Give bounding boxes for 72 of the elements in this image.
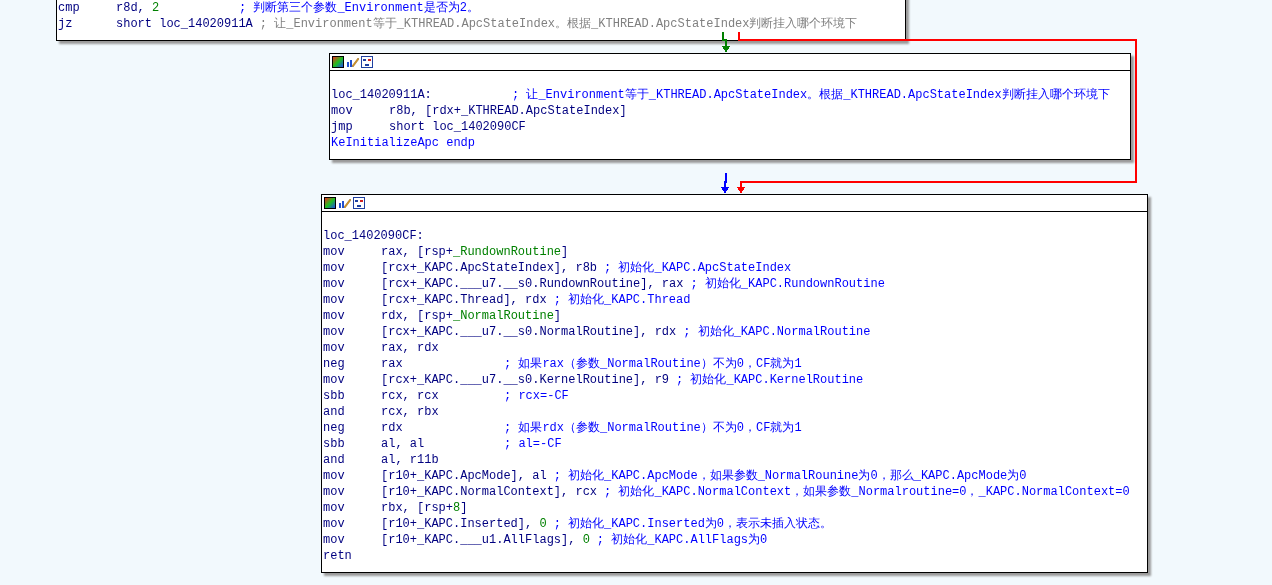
instruction-mnemonic: and — [323, 404, 346, 420]
instruction-mnemonic: mov — [323, 340, 346, 356]
graph-window-icon[interactable] — [361, 56, 373, 68]
color-grid-icon[interactable] — [332, 56, 344, 68]
instruction-operand: r8d, 2 — [116, 0, 161, 16]
pencil-chart-icon[interactable] — [338, 197, 351, 209]
instruction-mnemonic: retn — [323, 548, 353, 564]
instruction-operand: [r10+_KAPC.NormalContext], rcx — [381, 484, 598, 500]
instruction-operand: [rcx+_KAPC.___u7.__s0.RundownRoutine], rax — [381, 276, 684, 292]
instruction-mnemonic: mov — [323, 468, 346, 484]
code-comment: ; 让_Environment等于_KTHREAD.ApcStateIndex。根据_KTHREAD.ApcStateIndex判断挂入哪个环境下 — [512, 87, 1110, 103]
instruction-mnemonic: neg — [323, 356, 346, 372]
code-label: loc_14020911A: — [331, 87, 433, 103]
graph-window-icon[interactable] — [353, 197, 365, 209]
instruction-mnemonic: sbb — [323, 388, 346, 404]
instruction-operand: [rcx+_KAPC.___u7.__s0.NormalRoutine], rdx — [381, 324, 677, 340]
instruction-operand: [rcx+_KAPC.Thread], rdx — [381, 292, 547, 308]
instruction-operand: rax, rdx — [381, 340, 439, 356]
code-comment: ; 初始化_KAPC.NormalContext，如果参数_Normalroutine=0，_KAPC.NormalContext=0 — [604, 484, 1130, 500]
instruction-operand: [r10+_KAPC.___u1.AllFlags], 0 — [381, 532, 590, 548]
code-comment: ; 如果rdx（参数_NormalRoutine）不为0，CF就为1 — [504, 420, 802, 436]
code-comment: ; 让_Environment等于_KTHREAD.ApcStateIndex。根据_KTHREAD.ApcStateIndex判断挂入哪个环境下 — [259, 16, 858, 32]
code-label: loc_1402090CF: — [323, 228, 424, 244]
code-comment: ; 初始化_KAPC.NormalRoutine — [683, 324, 871, 340]
instruction-mnemonic: mov — [323, 308, 346, 324]
code-comment: ; 初始化_KAPC.ApcMode，如果参数_NormalRounine为0，那么_KAPC.ApcMode为0 — [553, 468, 1027, 484]
instruction-operand: [rcx+_KAPC.ApcStateIndex], r8b — [381, 260, 598, 276]
instruction-operand: rax, [rsp+_RundownRoutine] — [381, 244, 569, 260]
instruction-mnemonic: mov — [323, 260, 346, 276]
instruction-mnemonic: sbb — [323, 436, 346, 452]
instruction-mnemonic: mov — [323, 372, 346, 388]
instruction-mnemonic: mov — [323, 532, 346, 548]
instruction-operand: rbx, [rsp+8] — [381, 500, 468, 516]
code-comment: ; 初始化_KAPC.ApcStateIndex — [604, 260, 792, 276]
instruction-operand: rdx — [381, 420, 404, 436]
color-grid-icon[interactable] — [324, 197, 336, 209]
instruction-operand: short loc_1402090CF — [389, 119, 526, 135]
instruction-operand: r8b, [rdx+_KTHREAD.ApcStateIndex] — [389, 103, 627, 119]
instruction-mnemonic: mov — [323, 500, 346, 516]
code-comment: ; 判断第三个参数_Environment是否为2。 — [239, 0, 480, 16]
code-comment: ; 如果rax（参数_NormalRoutine）不为0，CF就为1 — [504, 356, 802, 372]
instruction-operand: [rcx+_KAPC.___u7.__s0.KernelRoutine], r9 — [381, 372, 670, 388]
instruction-operand: al, al — [381, 436, 426, 452]
instruction-operand: rcx, rbx — [381, 404, 439, 420]
instruction-mnemonic: jmp — [331, 119, 354, 135]
instruction-mnemonic: and — [323, 452, 346, 468]
instruction-mnemonic: neg — [323, 420, 346, 436]
code-comment: ; 初始化_KAPC.Inserted为0，表示未插入状态。 — [553, 516, 833, 532]
instruction-operand: short loc_14020911A — [116, 16, 253, 32]
instruction-mnemonic: mov — [323, 244, 346, 260]
code-comment: ; 初始化_KAPC.KernelRoutine — [676, 372, 864, 388]
pencil-chart-icon[interactable] — [346, 56, 359, 68]
instruction-operand: rcx, rcx — [381, 388, 440, 404]
instruction-mnemonic: cmp — [58, 0, 81, 16]
instruction-operand: rdx, [rsp+_NormalRoutine] — [381, 308, 562, 324]
instruction-mnemonic: mov — [323, 484, 346, 500]
instruction-operand: [r10+_KAPC.ApcMode], al — [381, 468, 547, 484]
instruction-mnemonic: jz — [58, 16, 74, 32]
code-comment: ; 初始化_KAPC.RundownRoutine — [690, 276, 885, 292]
instruction-mnemonic: mov — [331, 103, 354, 119]
instruction-mnemonic: mov — [323, 324, 346, 340]
code-comment: ; rcx=-CF — [504, 388, 569, 404]
instruction-operand: [r10+_KAPC.Inserted], 0 — [381, 516, 547, 532]
instruction-operand: rax — [381, 356, 404, 372]
instruction-mnemonic: mov — [323, 516, 346, 532]
instruction-mnemonic: mov — [323, 276, 346, 292]
code-comment: ; al=-CF — [504, 436, 562, 452]
instruction-operand: al, r11b — [381, 452, 439, 468]
code-comment: ; 初始化_KAPC.AllFlags为0 — [596, 532, 768, 548]
code-directive: KeInitializeApc endp — [331, 135, 476, 151]
code-comment: ; 初始化_KAPC.Thread — [553, 292, 691, 308]
instruction-mnemonic: mov — [323, 292, 346, 308]
